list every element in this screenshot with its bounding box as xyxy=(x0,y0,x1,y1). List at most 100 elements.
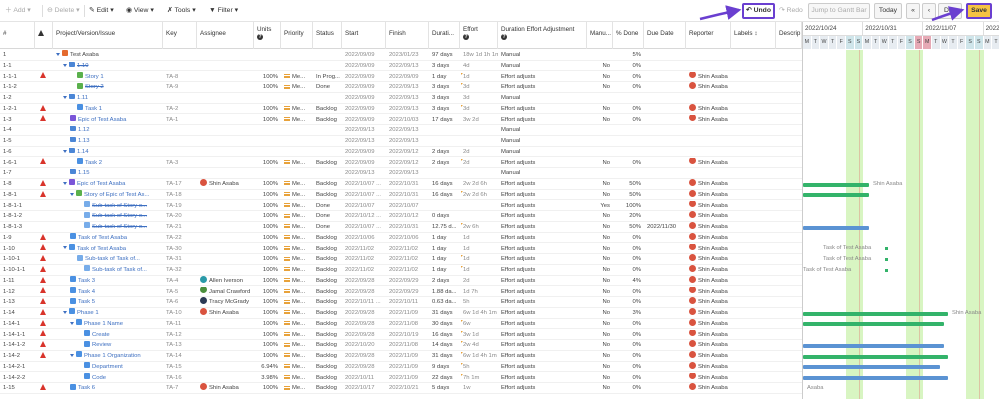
column-header-status[interactable]: Status xyxy=(313,22,342,49)
issue-name-link[interactable]: Task 1 xyxy=(85,106,102,112)
column-header-warning[interactable] xyxy=(35,22,53,49)
issue-name-link[interactable]: Task of Test Asaba xyxy=(77,246,126,252)
column-header-reporter[interactable]: Reporter xyxy=(686,22,731,49)
today-button[interactable]: Today xyxy=(874,3,902,19)
issue-name-link[interactable]: Department xyxy=(92,364,123,370)
chevron-down-icon[interactable] xyxy=(70,192,74,196)
tools-menu[interactable]: ✗ Tools ▾ xyxy=(167,5,196,17)
chevron-down-icon[interactable] xyxy=(56,52,60,56)
column-header-units[interactable]: Units? xyxy=(254,22,281,49)
table-row[interactable]: 1-13 Task 5 TA-6 Tracy McGrady 100% Me... Back… xyxy=(0,297,802,308)
issue-name-link[interactable]: Create xyxy=(92,332,110,338)
gantt-bar[interactable] xyxy=(803,354,948,359)
scroll-left-fast-button[interactable]: « xyxy=(906,3,920,19)
table-row[interactable]: 1-7 1.15 2022/09/13 2022/09/13 Manual xyxy=(0,168,802,179)
table-row[interactable]: 1-14-2-1 Department TA-15 6.94% Me... Backlog… xyxy=(0,361,802,373)
table-row[interactable]: 1-9 Task of Test Asaba TA-22 100% Me... Backl… xyxy=(0,232,802,244)
gantt-bar[interactable] xyxy=(803,182,869,187)
table-row[interactable]: 1-6-1 Task 2 TA-3 100% Me... Backlog 2022/09/0… xyxy=(0,157,802,169)
chevron-down-icon[interactable] xyxy=(70,321,74,325)
column-header-effort[interactable]: Effort? xyxy=(460,22,498,49)
table-row[interactable]: 1 Test Asaba 2022/09/09 2023/01/23 97 days 18… xyxy=(0,50,802,61)
table-row[interactable]: 1-12 Task 4 TA-5 Jamal Crawford 100% Me... Bac… xyxy=(0,286,802,298)
issue-name-link[interactable]: 1.10 xyxy=(77,63,88,69)
column-header-key[interactable]: Key xyxy=(163,22,197,49)
scroll-left-button[interactable]: ‹ xyxy=(922,3,936,19)
chevron-down-icon[interactable] xyxy=(63,95,67,99)
edit-menu[interactable]: ✎ Edit ▾ xyxy=(89,5,114,17)
table-row[interactable]: 1-2 1.11 2022/09/09 2022/09/13 3 days 3d Manua… xyxy=(0,93,802,104)
issue-name-link[interactable]: 1.14 xyxy=(77,149,88,155)
table-row[interactable]: 1-14 Phase 1 TA-10 Shin Asaba 100% Me... Backl… xyxy=(0,308,802,319)
table-row[interactable]: 1-8-1-3 Sub-task of Story o... TA-21 100% Me… xyxy=(0,222,802,233)
table-row[interactable]: 1-10-1 Sub-task of Task of... TA-31 100% Me.… xyxy=(0,254,802,265)
column-header-finish[interactable]: Finish xyxy=(386,22,429,49)
add-button[interactable]: ＋ Add ▾ xyxy=(5,5,31,17)
chevron-down-icon[interactable] xyxy=(63,181,67,185)
issue-name-link[interactable]: Sub-task of Story o... xyxy=(92,213,147,219)
table-row[interactable]: 1-5 1.13 2022/09/13 2022/09/13 Manual xyxy=(0,136,802,147)
table-row[interactable]: 1-14-2-2 Code TA-16 3.98% Me... Backlog 2022/1… xyxy=(0,372,802,384)
issue-name-link[interactable]: Epic of Test Asaba xyxy=(78,117,126,123)
issue-name-link[interactable]: Story 1 xyxy=(85,74,104,80)
issue-name-link[interactable]: Sub-task of Story o... xyxy=(92,203,147,209)
table-row[interactable]: 1-14-2 Phase 1 Organization TA-14 100% Me...… xyxy=(0,351,802,362)
view-menu[interactable]: ◉ View ▾ xyxy=(126,5,154,17)
issue-name-link[interactable]: 1.15 xyxy=(78,170,89,176)
table-row[interactable]: 1-4 1.12 2022/09/13 2022/09/13 Manual xyxy=(0,125,802,136)
issue-name-link[interactable]: Task 3 xyxy=(78,278,95,284)
column-header-duration-effort-adjustment[interactable]: Duration Effort Adjustment? xyxy=(498,22,587,49)
table-row[interactable]: 1-1-2 Story 2 TA-9 100% Me... Done 2022/09/09 2… xyxy=(0,82,802,93)
column-header-number[interactable]: # xyxy=(0,22,35,49)
jump-to-gantt-bar-button[interactable]: Jump to Gantt Bar xyxy=(808,3,870,19)
table-row[interactable]: 1-3 Epic of Test Asaba TA-1 100% Me... Backlo… xyxy=(0,114,802,126)
issue-name-link[interactable]: Sub-task of Task of... xyxy=(85,256,140,262)
chevron-down-icon[interactable] xyxy=(63,310,67,314)
column-header-manual[interactable]: Manu... xyxy=(587,22,613,49)
gantt-bar[interactable] xyxy=(803,311,948,316)
table-row[interactable]: 1-8-1 Story of Epic of Test As... TA-18 100… xyxy=(0,189,802,201)
table-row[interactable]: 1-14-1 Phase 1 Name TA-11 100% Me... Backlog 2… xyxy=(0,318,802,330)
issue-name-link[interactable]: Story 2 xyxy=(85,84,104,90)
issue-name-link[interactable]: Sub-task of Task of... xyxy=(92,267,147,273)
gantt-bar[interactable] xyxy=(803,343,944,348)
issue-name-link[interactable]: 1.11 xyxy=(77,95,88,101)
issue-name-link[interactable]: Sub-task of Story o... xyxy=(92,224,147,230)
gantt-bar[interactable] xyxy=(803,193,869,198)
issue-name-link[interactable]: Review xyxy=(92,342,111,348)
redo-button[interactable]: ↷ Redo xyxy=(779,5,803,17)
chevron-down-icon[interactable] xyxy=(63,63,67,67)
issue-name-link[interactable]: 1.12 xyxy=(78,127,89,133)
save-button[interactable]: Save xyxy=(966,3,992,19)
issue-name-link[interactable]: Task 2 xyxy=(85,160,102,166)
table-row[interactable]: 1-8-1-1 Sub-task of Story o... TA-19 100% Me… xyxy=(0,200,802,212)
filter-menu[interactable]: ▼ Filter ▾ xyxy=(209,5,238,17)
gantt-bar[interactable] xyxy=(803,376,948,380)
table-row[interactable]: 1-10 Task of Test Asaba TA-30 100% Me... Back… xyxy=(0,243,802,255)
gantt-bar[interactable] xyxy=(803,365,940,370)
table-row[interactable]: 1-14-1-1 Create TA-12 100% Me... Backlog 2022/… xyxy=(0,329,802,341)
issue-name-link[interactable]: Phase 1 xyxy=(77,310,99,316)
issue-name-link[interactable]: Task 4 xyxy=(78,289,95,295)
column-header-start[interactable]: Start xyxy=(342,22,386,49)
issue-name-link[interactable]: Task 5 xyxy=(78,299,95,305)
column-header-description[interactable]: Descrip xyxy=(776,22,802,49)
chevron-down-icon[interactable] xyxy=(63,246,67,250)
zoom-day-dropdown[interactable]: Day xyxy=(938,3,962,19)
column-header-project[interactable]: Project/Version/Issue xyxy=(53,22,163,49)
table-row[interactable]: 1-1 1.10 2022/09/09 2022/09/13 3 days 4d Manua… xyxy=(0,61,802,72)
issue-name-link[interactable]: Task of Test Asaba xyxy=(78,235,127,241)
table-row[interactable]: 1-10-1-1 Sub-task of Task of... TA-32 100% M… xyxy=(0,265,802,276)
chevron-down-icon[interactable] xyxy=(63,149,67,153)
gantt-bar[interactable] xyxy=(803,225,869,230)
issue-name-link[interactable]: Phase 1 Name xyxy=(84,321,123,327)
column-header-percent-done[interactable]: % Done xyxy=(613,22,644,49)
undo-button[interactable]: ↶ Undo xyxy=(742,3,775,19)
column-header-duration[interactable]: Durati... xyxy=(429,22,460,49)
table-row[interactable]: 1-8 Epic of Test Asaba TA-17 Shin Asaba 100%… xyxy=(0,179,802,190)
table-row[interactable]: 1-11 Task 3 TA-4 Allen Iverson 100% Me... Back… xyxy=(0,275,802,287)
table-row[interactable]: 1-1-1 Story 1 TA-8 100% Me... In Prog... 2022/… xyxy=(0,71,802,83)
table-row[interactable]: 1-14-1-2 Review TA-13 100% Me... Backlog 2022/… xyxy=(0,340,802,351)
column-header-due-date[interactable]: Due Date xyxy=(644,22,686,49)
table-row[interactable]: 1-15 Task 6 TA-7 Shin Asaba 100% Me... Backlog… xyxy=(0,383,802,394)
